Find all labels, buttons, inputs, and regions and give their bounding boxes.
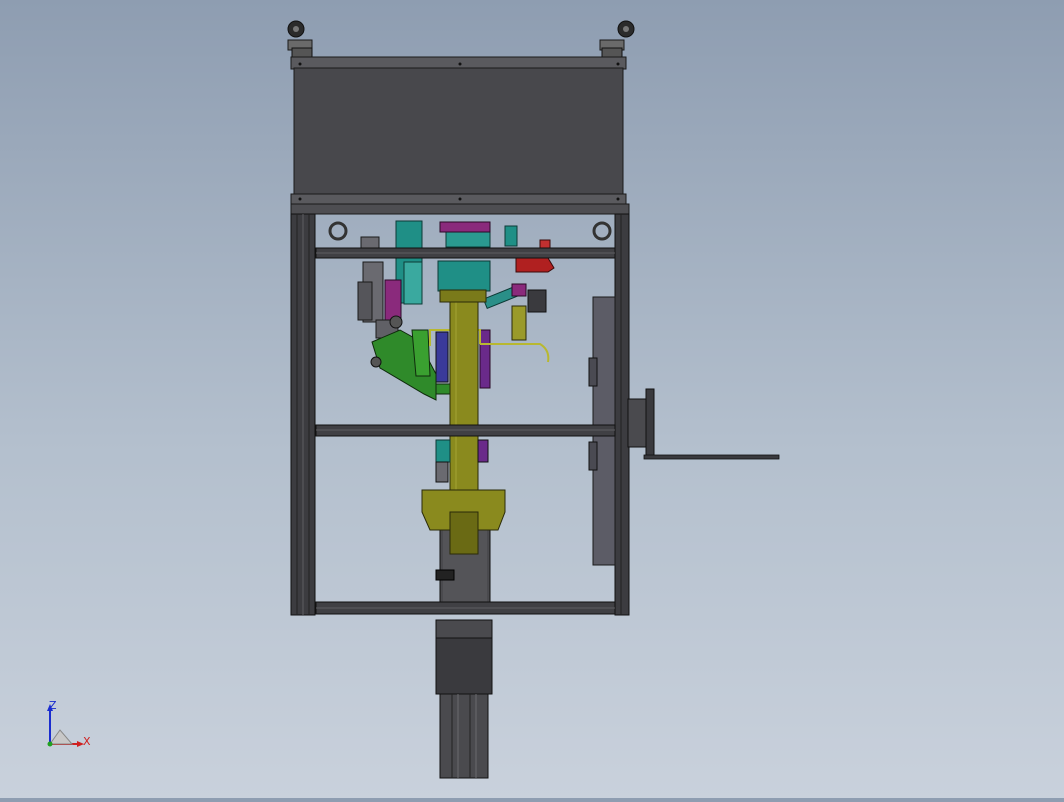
cad-model-drawing[interactable] xyxy=(0,0,1064,798)
cad-viewport[interactable] xyxy=(0,0,1064,798)
motor-block xyxy=(435,619,493,695)
caster-wheel-right xyxy=(599,20,635,59)
lifting-ring-right xyxy=(592,221,612,241)
frame-upright-left xyxy=(290,213,316,616)
frame-upright-right xyxy=(614,213,630,616)
coordinate-triad: Z X xyxy=(38,696,98,756)
triad-x-label: X xyxy=(83,735,91,748)
linear-guide xyxy=(439,693,489,779)
probe-rod xyxy=(643,454,780,460)
triad-z-label: Z xyxy=(49,699,57,712)
yellow-clamp xyxy=(421,489,506,555)
caster-wheel-left xyxy=(287,20,313,59)
crossbar-top xyxy=(315,247,616,259)
motor-plate xyxy=(627,388,655,458)
crossbar-bottom xyxy=(315,601,616,615)
cabinet-box xyxy=(290,56,630,215)
crossbar-middle xyxy=(315,424,616,437)
lifting-ring-left xyxy=(328,221,348,241)
